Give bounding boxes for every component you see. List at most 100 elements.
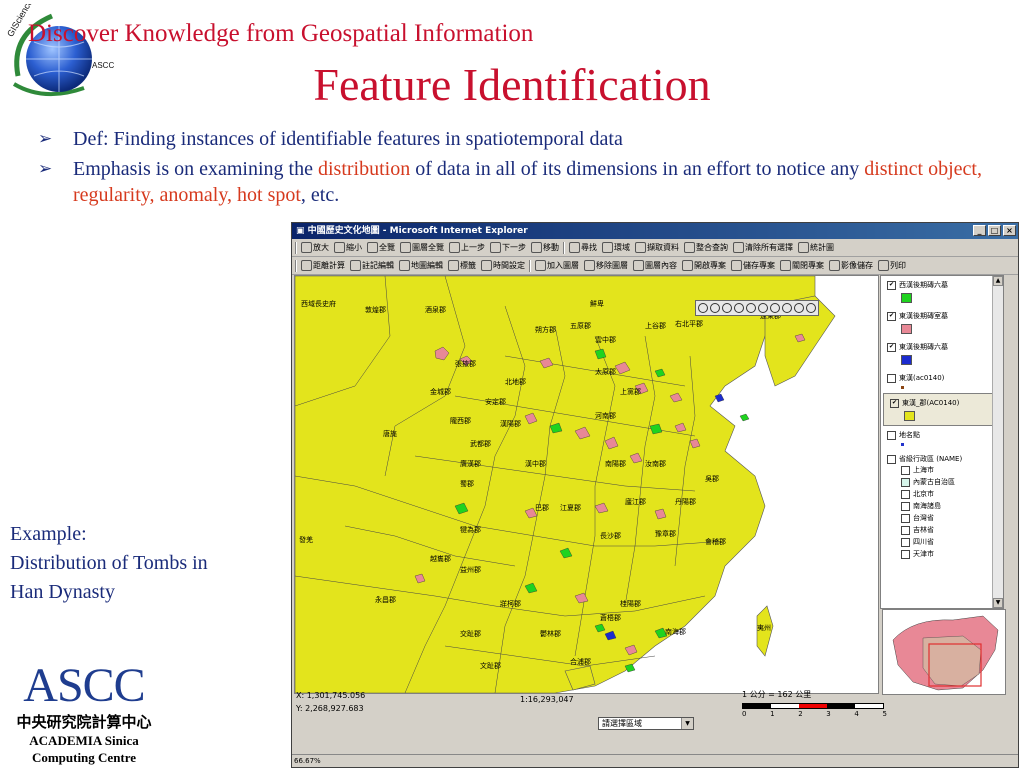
province-item: 吉林省 [901, 524, 1001, 536]
browser-status-bar: 66.67% [292, 754, 1018, 767]
next-view-button[interactable]: 下一步 [489, 242, 527, 253]
mini-tool-6-icon[interactable] [758, 303, 768, 313]
print-button[interactable]: 列印 [877, 260, 907, 271]
map-label-henan: 河南郡 [595, 411, 616, 420]
scroll-down-icon[interactable]: ▼ [993, 598, 1003, 608]
legend-checkbox[interactable] [887, 373, 896, 383]
window-title: 中國歷史文化地圖 - Microsoft Internet Explorer [307, 226, 528, 236]
legend-checkbox[interactable]: ✔ [890, 398, 899, 408]
region-select[interactable]: 請選擇區域 ▼ [598, 717, 694, 730]
chevron-down-icon[interactable]: ▼ [681, 718, 693, 729]
map-label-danyang: 丹陽郡 [675, 497, 696, 506]
layer-extent-icon [400, 242, 411, 253]
label-button[interactable]: 標籤 [447, 260, 477, 271]
legend-item-2[interactable]: ✔ 東漢後期磚六墓 [881, 338, 1003, 369]
mini-tool-5-icon[interactable] [746, 303, 756, 313]
map-label-anding: 安定郡 [485, 397, 506, 406]
window-controls: _ □ × [973, 225, 1016, 236]
save-project-button[interactable]: 儲存專案 [730, 260, 776, 271]
legend-item-5[interactable]: 地名點 [881, 426, 1003, 450]
legend-item-0[interactable]: ✔ 西漢後期磚六墓 [881, 276, 1003, 307]
mini-tool-4-icon[interactable] [734, 303, 744, 313]
legend-checkbox[interactable] [887, 430, 896, 440]
map-label-ba: 巴郡 [535, 504, 549, 512]
mini-tool-9-icon[interactable] [794, 303, 804, 313]
legend-checkbox[interactable] [887, 454, 896, 464]
map-toolbar-2: 距離計算 註記編輯 地圖編輯 標籤 時間設定 加入圖層 移除圖層 圖層內容 開啟… [292, 257, 1018, 275]
example-line-2: Distribution of Tombs in [10, 552, 208, 574]
province-item: 天津市 [901, 548, 1001, 560]
mini-tool-globe-icon[interactable] [698, 303, 708, 313]
time-setting-button[interactable]: 時間設定 [480, 260, 526, 271]
province-item: 內蒙古自治區 [901, 476, 1001, 488]
map-label-shuofang: 朔方郡 [535, 325, 556, 334]
map-edit-button[interactable]: 地圖編輯 [398, 260, 444, 271]
back-arrow-icon [449, 242, 460, 253]
map-label-yuesui: 越巂郡 [430, 554, 451, 563]
add-layer-icon [535, 260, 546, 271]
map-label-qiang: 唐旄 [383, 429, 397, 438]
book-icon [684, 242, 695, 253]
query-button[interactable]: 整合查詢 [683, 242, 729, 253]
statistics-chart-button[interactable]: 統計圖 [797, 242, 835, 253]
buffer-button[interactable]: 環域 [601, 242, 631, 253]
slide-title: Feature Identification [313, 59, 711, 110]
add-layer-button[interactable]: 加入圖層 [534, 260, 580, 271]
bar-chart-icon [798, 242, 809, 253]
scroll-up-icon[interactable]: ▲ [993, 276, 1003, 286]
layer-extent-button[interactable]: 圖層全覽 [399, 242, 445, 253]
close-folder-icon [780, 260, 791, 271]
pan-button[interactable]: 移動 [530, 242, 560, 253]
x-coordinate: X: 1,301,745.056 [296, 691, 366, 700]
annotation-edit-button[interactable]: 註記編輯 [349, 260, 395, 271]
mini-tool-3-icon[interactable] [722, 303, 732, 313]
legend-item-4[interactable]: ✔ 東漢_郡(AC0140) [883, 393, 1001, 426]
maximize-button[interactable]: □ [988, 225, 1001, 236]
remove-layer-button[interactable]: 移除圖層 [583, 260, 629, 271]
legend-item-1[interactable]: ✔ 東漢後期磚室墓 [881, 307, 1003, 338]
map-label-wudu: 武都郡 [470, 439, 491, 448]
overview-map[interactable] [882, 609, 1006, 695]
previous-view-button[interactable]: 上一步 [448, 242, 486, 253]
province-item: 上海市 [901, 464, 1001, 476]
save-image-button[interactable]: 影像儲存 [828, 260, 874, 271]
legend-item-3[interactable]: 東漢(ac0140) [881, 369, 1003, 393]
open-project-button[interactable]: 開啟專案 [681, 260, 727, 271]
map-canvas[interactable]: 西域長史府 敦煌郡 酒泉郡 鮮卑 朔方郡 五原郡 雲中郡 上谷郡 右北平郡 遼東… [294, 275, 879, 694]
ie-icon: ▣ [296, 226, 308, 236]
mini-tool-10-icon[interactable] [806, 303, 816, 313]
legend-swatch [901, 355, 912, 365]
ascc-english-line-2: Computing Centre [31, 750, 137, 765]
legend-checkbox[interactable]: ✔ [887, 280, 896, 290]
save-icon [731, 260, 742, 271]
distance-button[interactable]: 距離計算 [300, 260, 346, 271]
legend-item-6[interactable]: 省級行政區 (NAME) 上海市 內蒙古自治區 北京市 南海諸島 台灣省 吉林省… [881, 450, 1003, 562]
legend-swatch [901, 386, 904, 389]
scale-unit: 1 公分 = 162 公里 [742, 690, 812, 699]
map-label-jianwei: 犍為郡 [460, 525, 481, 534]
close-project-button[interactable]: 關閉專案 [779, 260, 825, 271]
map-label-nanhai: 南海郡 [665, 627, 686, 636]
minimize-button[interactable]: _ [973, 225, 986, 236]
legend-checkbox[interactable]: ✔ [887, 342, 896, 352]
mini-tool-2-icon[interactable] [710, 303, 720, 313]
map-label-yuzhang: 豫章郡 [655, 529, 676, 538]
identify-button[interactable]: 擷取資料 [634, 242, 680, 253]
map-label-dunhuang: 敦煌郡 [365, 305, 386, 314]
mini-tool-7-icon[interactable] [770, 303, 780, 313]
find-button[interactable]: 尋找 [568, 242, 598, 253]
mini-tool-8-icon[interactable] [782, 303, 792, 313]
map-label-kuaiji: 會稽郡 [705, 537, 726, 546]
clear-selection-button[interactable]: 清除所有選擇 [732, 242, 794, 253]
map-label-yizhou2: 夷州 [757, 623, 771, 632]
full-extent-button[interactable]: 全覽 [366, 242, 396, 253]
y-coordinate: Y: 2,268,927.683 [296, 704, 364, 713]
map-label-jiangxia: 江夏郡 [560, 504, 581, 512]
close-button[interactable]: × [1003, 225, 1016, 236]
legend-scrollbar[interactable]: ▲ ▼ [992, 276, 1003, 608]
legend-checkbox[interactable]: ✔ [887, 311, 896, 321]
zoom-out-button[interactable]: 縮小 [333, 242, 363, 253]
zoom-out-icon [334, 242, 345, 253]
layer-properties-button[interactable]: 圖層內容 [632, 260, 678, 271]
zoom-in-button[interactable]: 放大 [300, 242, 330, 253]
